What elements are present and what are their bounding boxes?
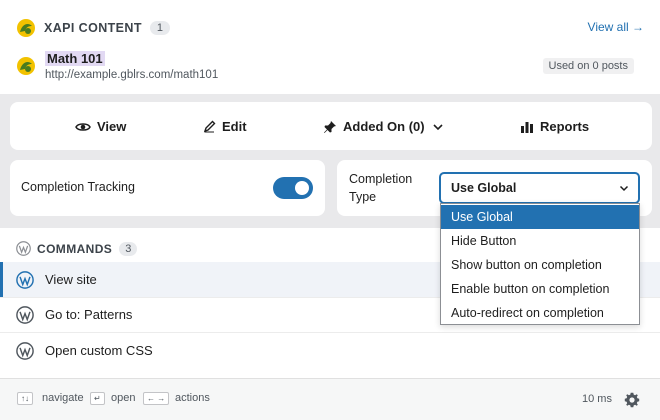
bar-chart-icon — [521, 122, 533, 133]
command-label: View site — [45, 272, 97, 287]
view-button-label: View — [97, 119, 127, 134]
completion-type-label: Completion Type — [349, 170, 429, 206]
wordpress-icon — [16, 342, 34, 360]
commands-title: COMMANDS — [37, 241, 113, 256]
completion-type-select[interactable]: Use Global — [439, 172, 640, 204]
completion-tracking-toggle[interactable] — [273, 177, 313, 199]
option-enable-button-on-completion[interactable]: Enable button on completion — [441, 277, 639, 301]
view-button[interactable]: View — [75, 119, 126, 134]
actions-hint: actions — [175, 392, 210, 404]
option-show-button-on-completion[interactable]: Show button on completion — [441, 253, 639, 277]
eye-icon — [75, 122, 91, 131]
xapi-count-badge: 1 — [149, 21, 170, 35]
option-use-global[interactable]: Use Global — [441, 205, 639, 229]
added-on-label: Added On (0) — [343, 119, 425, 134]
usage-badge: Used on 0 posts — [542, 58, 634, 74]
grassblade-logo-icon — [17, 19, 35, 37]
added-on-dropdown[interactable]: Added On (0) — [323, 119, 450, 134]
reports-button-label: Reports — [540, 119, 590, 134]
wordpress-icon — [16, 306, 34, 324]
completion-type-label-line2: Type — [349, 190, 377, 204]
commands-count-badge: 3 — [119, 241, 138, 256]
edit-button[interactable]: Edit — [203, 119, 247, 134]
arrow-keys-hint: ← → — [143, 392, 170, 405]
pencil-icon — [203, 120, 216, 133]
enter-key-hint: ↵ — [90, 392, 105, 405]
wordpress-icon — [16, 271, 34, 289]
completion-type-label-line1: Completion — [349, 172, 413, 186]
xapi-item-title: Math 101 — [45, 51, 105, 66]
toggle-knob — [295, 181, 309, 195]
actions-bar: View Edit Added On (0) Reports — [10, 102, 652, 150]
wordpress-icon — [16, 241, 31, 256]
open-hint: open — [111, 392, 136, 404]
completion-tracking-card: Completion Tracking — [10, 160, 325, 216]
command-label: Open custom CSS — [45, 343, 153, 358]
chevron-down-icon — [433, 123, 443, 130]
grassblade-logo-icon — [17, 57, 35, 75]
option-auto-redirect-on-completion[interactable]: Auto-redirect on completion — [441, 301, 639, 325]
xapi-content-item[interactable]: Math 101 http://example.gblrs.com/math10… — [16, 50, 644, 84]
command-palette-footer: ↑↓ navigate ↵ open ← → actions 10 ms — [0, 378, 660, 420]
timing-readout: 10 ms — [582, 393, 612, 405]
view-all-link[interactable]: View all → — [588, 20, 644, 34]
command-label: Go to: Patterns — [45, 307, 133, 322]
xapi-item-url: http://example.gblrs.com/math101 — [45, 69, 219, 81]
gear-icon[interactable] — [624, 392, 640, 408]
xapi-section-title: XAPI CONTENT — [44, 21, 142, 35]
edit-button-label: Edit — [222, 119, 247, 134]
chevron-down-icon — [619, 185, 629, 192]
xapi-panel: XAPI CONTENT 1 View all → Math 101 http:… — [0, 0, 660, 94]
command-item-custom-css[interactable]: Open custom CSS — [0, 333, 660, 368]
navigate-key-hint: ↑↓ — [17, 392, 33, 405]
xapi-section-header: XAPI CONTENT 1 — [16, 18, 170, 38]
completion-tracking-label: Completion Tracking — [21, 180, 135, 194]
navigate-hint: navigate — [42, 392, 84, 404]
completion-type-options: Use Global Hide Button Show button on co… — [440, 203, 640, 325]
option-hide-button[interactable]: Hide Button — [441, 229, 639, 253]
reports-button[interactable]: Reports — [520, 119, 589, 134]
pin-icon — [324, 120, 336, 133]
completion-type-selected-value: Use Global — [451, 181, 517, 195]
commands-section-header: COMMANDS 3 — [16, 241, 138, 256]
